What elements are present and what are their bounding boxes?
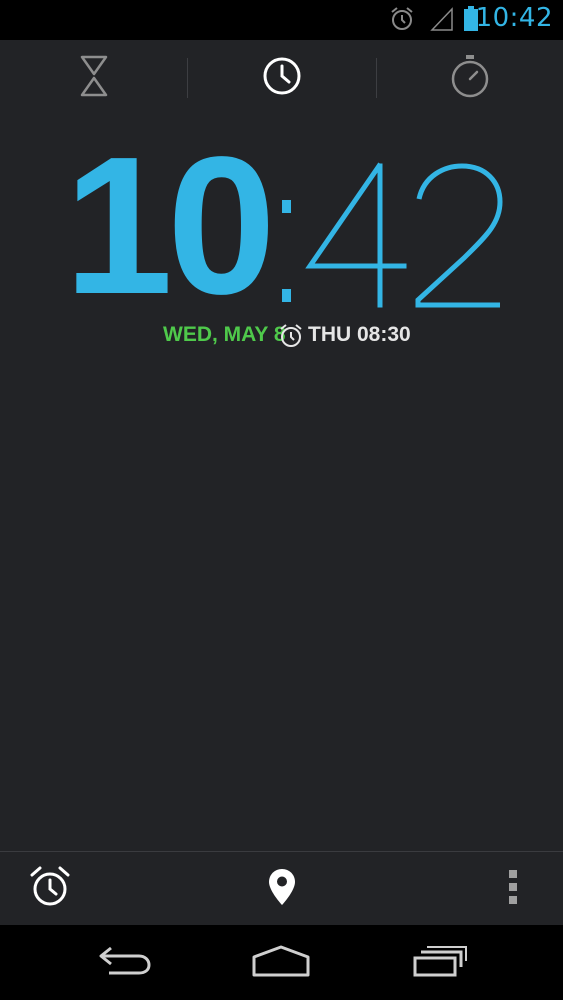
clock-minutes-value: 42	[304, 162, 502, 322]
overflow-menu-button[interactable]	[490, 852, 536, 925]
action-bar	[0, 852, 563, 925]
tab-clock[interactable]	[222, 40, 342, 116]
clock-hours: 10	[64, 116, 276, 335]
tab-divider	[187, 58, 188, 98]
status-bar: 10:42	[0, 0, 563, 40]
status-bar-time: 10:42	[475, 3, 553, 33]
hourglass-icon	[79, 55, 109, 101]
location-pin-icon	[268, 868, 296, 910]
recents-icon	[412, 945, 468, 981]
tab-stopwatch[interactable]	[410, 40, 530, 116]
tab-timer[interactable]	[34, 40, 154, 116]
back-icon	[97, 944, 153, 982]
home-button[interactable]	[221, 925, 341, 1000]
overflow-menu-icon	[508, 869, 518, 908]
date-text: WED, MAY 8	[163, 323, 286, 346]
tab-divider	[376, 58, 377, 98]
next-alarm-text: THU 08:30	[308, 323, 411, 346]
clock-colon-top	[282, 200, 291, 213]
home-icon	[251, 945, 311, 981]
alarm-icon	[389, 6, 415, 36]
signal-icon	[430, 6, 454, 36]
date-row: WED, MAY 8 THU 08:30	[0, 320, 563, 354]
clock-minutes: 42	[304, 162, 503, 322]
recents-button[interactable]	[380, 925, 500, 1000]
next-alarm-icon	[278, 323, 304, 353]
alarm-clock-icon	[28, 865, 72, 913]
navigation-bar	[0, 925, 563, 1000]
digital-clock: 10 42	[0, 128, 563, 324]
tab-bar	[0, 40, 563, 116]
clock-colon-bottom	[282, 289, 291, 302]
alarms-button[interactable]	[14, 852, 86, 925]
cities-button[interactable]	[246, 852, 318, 925]
clock-icon	[262, 56, 302, 100]
stopwatch-icon	[450, 54, 490, 102]
back-button[interactable]	[65, 925, 185, 1000]
